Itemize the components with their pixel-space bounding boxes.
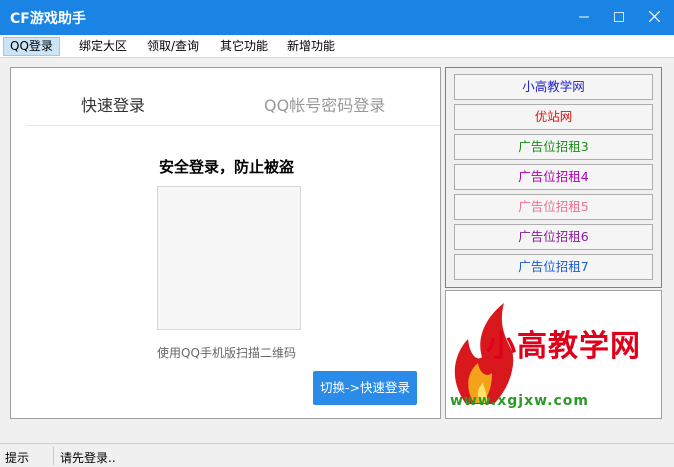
scan-hint: 使用QQ手机版扫描二维码 xyxy=(157,346,296,360)
switch-quick-login-button[interactable]: 切换->快速登录 xyxy=(313,371,417,405)
status-message: 请先登录.. xyxy=(60,451,116,465)
menu-bar: QQ登录 绑定大区 领取/查询 其它功能 新增功能 xyxy=(0,35,674,58)
ad-button-5[interactable]: 广告位招租5 xyxy=(454,194,653,220)
menu-new-functions[interactable]: 新增功能 xyxy=(281,37,341,56)
maximize-button[interactable] xyxy=(601,0,637,35)
status-label: 提示 xyxy=(5,451,30,465)
ad-button-2[interactable]: 优站网 xyxy=(454,104,653,130)
qr-code-area xyxy=(157,186,301,330)
logo-panel: 小高教学网 www.xgjxw.com xyxy=(445,290,662,419)
ad-button-1[interactable]: 小高教学网 xyxy=(454,74,653,100)
status-bar: 提示 请先登录.. xyxy=(0,443,674,467)
menu-claim-query[interactable]: 领取/查询 xyxy=(141,37,205,56)
ad-button-4[interactable]: 广告位招租4 xyxy=(454,164,653,190)
tab-password-login[interactable]: QQ帐号密码登录 xyxy=(264,92,385,116)
ad-button-7[interactable]: 广告位招租7 xyxy=(454,254,653,280)
menu-other-functions[interactable]: 其它功能 xyxy=(214,37,274,56)
minimize-icon xyxy=(579,16,589,17)
ad-button-6[interactable]: 广告位招租6 xyxy=(454,224,653,250)
window-title: CF游戏助手 xyxy=(10,11,86,27)
minimize-button[interactable] xyxy=(566,0,602,35)
title-bar: CF游戏助手 xyxy=(0,0,674,35)
ad-panel: 小高教学网 优站网 广告位招租3 广告位招租4 广告位招租5 广告位招租6 广告… xyxy=(445,67,662,288)
menu-bind-region[interactable]: 绑定大区 xyxy=(73,37,133,56)
close-button[interactable] xyxy=(636,0,672,35)
close-icon xyxy=(648,10,660,23)
status-divider xyxy=(53,447,54,465)
login-panel: 快速登录 QQ帐号密码登录 安全登录，防止被盗 使用QQ手机版扫描二维码 切换-… xyxy=(10,67,441,419)
secure-login-title: 安全登录，防止被盗 xyxy=(158,158,294,176)
logo-text: 小高教学网 xyxy=(486,329,641,364)
menu-qq-login[interactable]: QQ登录 xyxy=(3,37,60,56)
ad-button-3[interactable]: 广告位招租3 xyxy=(454,134,653,160)
logo-url: www.xgjxw.com xyxy=(450,393,589,409)
tab-quick-login[interactable]: 快速登录 xyxy=(81,92,145,116)
login-tabs: 快速登录 QQ帐号密码登录 xyxy=(26,68,440,126)
maximize-icon xyxy=(614,11,624,22)
